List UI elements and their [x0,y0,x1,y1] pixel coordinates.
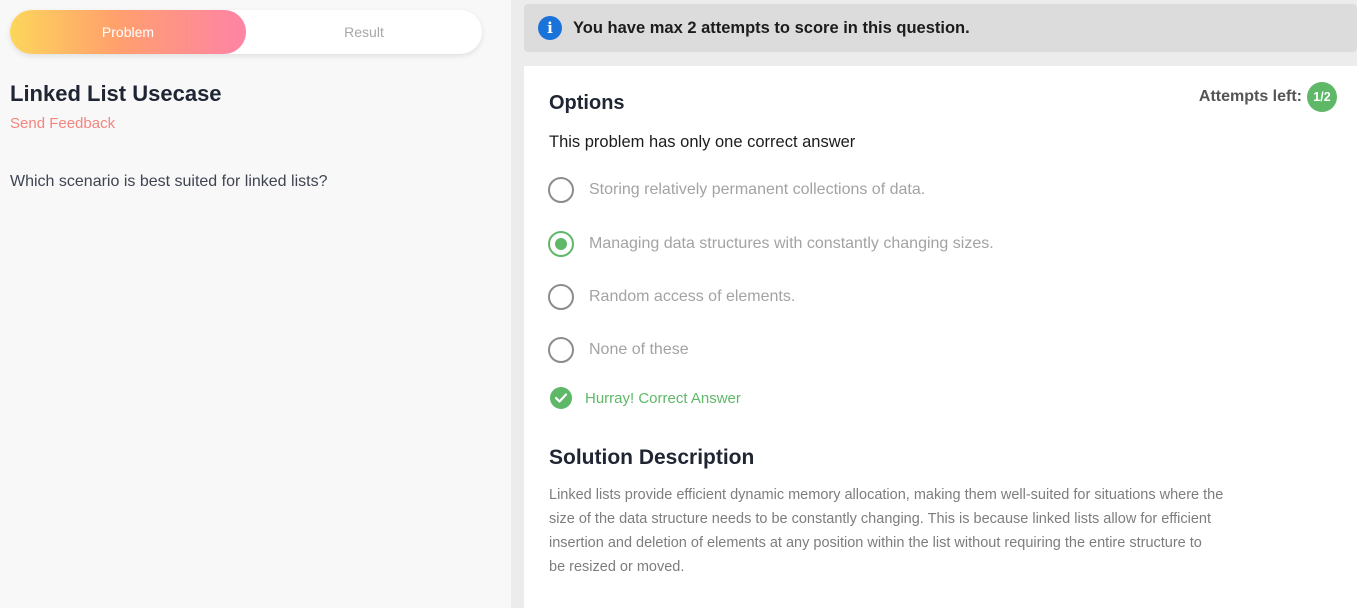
attempts-left: Attempts left: 1/2 [1199,82,1337,112]
option-label: Managing data structures with constantly… [589,235,994,252]
notice-text: You have max 2 attempts to score in this… [573,19,970,37]
option-1[interactable]: Storing relatively permanent collections… [548,177,1248,203]
options-card: Options Attempts left: 1/2 This problem … [524,66,1357,608]
attempts-notice: i You have max 2 attempts to score in th… [524,4,1357,52]
attempts-badge: 1/2 [1307,82,1337,112]
tab-problem[interactable]: Problem [10,10,246,54]
radio-dot [555,238,567,250]
solution-line: size of the data structure needs to be c… [549,511,1212,527]
info-icon: i [538,16,562,40]
answer-panel: i You have max 2 attempts to score in th… [511,0,1357,608]
option-2[interactable]: Managing data structures with constantly… [548,231,1248,257]
radio-button-selected[interactable] [548,231,574,257]
problem-panel: Problem Result Linked List Usecase Send … [0,0,511,608]
question-text: Which scenario is best suited for linked… [10,173,328,190]
solution-description: Linked lists provide efficient dynamic m… [549,483,1339,579]
solution-line: Linked lists provide efficient dynamic m… [549,487,1224,503]
answer-feedback: Hurray! Correct Answer [550,386,741,410]
radio-button[interactable] [548,284,574,310]
option-4[interactable]: None of these [548,337,1248,363]
feedback-text: Hurray! Correct Answer [585,389,741,407]
attempts-label: Attempts left: [1198,88,1302,105]
solution-title: Solution Description [549,446,755,469]
option-label: None of these [589,341,689,358]
radio-button[interactable] [548,177,574,203]
send-feedback-link[interactable]: Send Feedback [10,115,115,132]
answer-hint: This problem has only one correct answer [549,133,856,151]
solution-line: be resized or moved. [549,559,685,575]
tab-bar: Problem Result [10,10,482,54]
radio-button[interactable] [548,337,574,363]
option-3[interactable]: Random access of elements. [548,284,1248,310]
option-label: Random access of elements. [589,288,796,305]
tab-result[interactable]: Result [246,10,482,54]
solution-line: insertion and deletion of elements at an… [549,535,1202,551]
options-title: Options [549,92,625,114]
problem-title: Linked List Usecase [10,81,222,106]
option-label: Storing relatively permanent collections… [589,181,926,198]
check-circle-icon [550,387,572,409]
